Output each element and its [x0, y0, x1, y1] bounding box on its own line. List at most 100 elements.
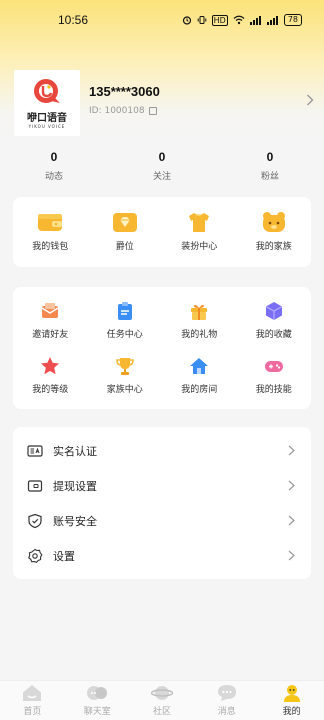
grid-label: 邀请好友	[32, 330, 69, 340]
settings-menu-card: 实名认证 提现设置 账号安全 设置	[13, 427, 311, 579]
user-name: 135****3060	[89, 84, 160, 99]
app-logo-icon	[34, 79, 60, 103]
user-id: ID: 1000108	[89, 106, 145, 116]
trophy-icon	[115, 358, 134, 375]
grid-item-favorites[interactable]: 我的收藏	[237, 301, 312, 340]
gear-icon	[28, 548, 43, 563]
bear-icon	[262, 212, 285, 232]
stat-value: 0	[266, 150, 274, 164]
tab-chat-room[interactable]: 聊天室	[65, 681, 130, 720]
grid-label: 爵位	[115, 242, 134, 252]
home-icon	[23, 685, 42, 701]
signal-icon	[266, 16, 278, 25]
grid-item-dressup[interactable]: 装扮中心	[162, 211, 237, 252]
diamond-icon	[112, 213, 137, 232]
stat-following[interactable]: 0 关注	[108, 150, 216, 186]
shield-icon	[28, 513, 42, 528]
grid-label: 我的房间	[181, 385, 218, 395]
tab-mine[interactable]: 我的	[259, 681, 324, 720]
grid-label: 任务中心	[106, 330, 143, 340]
grid-item-rooms[interactable]: 我的房间	[162, 356, 237, 395]
tab-messages[interactable]: 消息	[194, 681, 259, 720]
wallet-section-card: 我的钱包 爵位 装扮中心 我的家族	[13, 197, 311, 267]
wallet-icon	[38, 214, 63, 231]
grid-item-family[interactable]: 我的家族	[237, 211, 312, 252]
battery-icon: 78	[283, 14, 302, 26]
grid-label: 家族中心	[106, 385, 143, 395]
menu-label: 实名认证	[53, 444, 97, 458]
alarm-icon	[182, 16, 191, 25]
grid-label: 我的等级	[32, 385, 69, 395]
bottom-tab-bar: 首页 聊天室 社区 消息 我的	[0, 680, 324, 720]
hd-icon: HD	[211, 14, 228, 26]
grid-item-skills[interactable]: 我的技能	[237, 356, 312, 395]
tab-label: 社区	[152, 707, 171, 717]
vibrate-icon	[197, 16, 206, 24]
stat-fans[interactable]: 0 粉丝	[216, 150, 324, 186]
grid-label: 我的收藏	[255, 330, 292, 340]
grid-item-gifts[interactable]: 我的礼物	[162, 301, 237, 340]
chat-room-icon	[87, 686, 108, 700]
tab-label: 首页	[23, 707, 42, 717]
grid-label: 我的家族	[255, 242, 292, 252]
stats-row: 0 动态 0 关注 0 粉丝	[0, 150, 324, 186]
menu-label: 设置	[53, 549, 75, 563]
menu-label: 提现设置	[53, 479, 97, 493]
copy-icon[interactable]	[148, 107, 157, 115]
chevron-right-icon	[288, 515, 295, 526]
cube-icon	[265, 302, 283, 320]
status-bar: 10:56 HD 78	[0, 0, 324, 40]
stat-value: 0	[50, 150, 58, 164]
grid-item-title[interactable]: 爵位	[88, 211, 163, 252]
stat-label: 动态	[44, 172, 63, 182]
grid-label: 装扮中心	[181, 242, 218, 252]
chevron-right-icon[interactable]	[306, 94, 314, 106]
clipboard-icon	[117, 302, 132, 320]
stat-value: 0	[158, 150, 166, 164]
menu-item-withdraw[interactable]: 提现设置	[13, 468, 311, 503]
id-card-icon	[27, 444, 43, 457]
stat-label: 关注	[152, 172, 171, 182]
features-section-card: 邀请好友 任务中心 我的礼物 我的收藏 我的等级 家族中心 我的房间 我的技能	[13, 287, 311, 409]
tab-label: 消息	[217, 707, 236, 717]
stat-posts[interactable]: 0 动态	[0, 150, 108, 186]
grid-item-level[interactable]: 我的等级	[13, 356, 88, 395]
grid-item-wallet[interactable]: 我的钱包	[13, 211, 88, 252]
menu-label: 账号安全	[53, 514, 97, 528]
status-time: 10:56	[58, 13, 89, 27]
envelope-icon	[41, 303, 59, 318]
tab-community[interactable]: 社区	[130, 681, 195, 720]
avatar-logo-subtext: YIKOU VOICE	[28, 124, 66, 129]
signal-icon	[249, 16, 261, 25]
chevron-right-icon	[288, 480, 295, 491]
tab-label: 聊天室	[83, 707, 111, 717]
tab-home[interactable]: 首页	[0, 681, 65, 720]
wallet-outline-icon	[27, 479, 43, 492]
status-icons: HD 78	[182, 14, 302, 26]
profile-header[interactable]: 咿口语音 YIKOU VOICE 135****3060 ID: 1000108	[14, 70, 314, 136]
user-icon	[283, 685, 300, 702]
stat-label: 粉丝	[260, 172, 279, 182]
user-id-row: ID: 1000108	[89, 106, 157, 116]
chevron-right-icon	[288, 550, 295, 561]
tab-label: 我的	[282, 707, 301, 717]
grid-label: 我的技能	[255, 385, 292, 395]
grid-label: 我的礼物	[181, 330, 218, 340]
planet-icon	[150, 686, 173, 700]
menu-item-verification[interactable]: 实名认证	[13, 433, 311, 468]
grid-item-invite[interactable]: 邀请好友	[13, 301, 88, 340]
grid-item-family-center[interactable]: 家族中心	[88, 356, 163, 395]
chevron-right-icon	[288, 445, 295, 456]
grid-item-tasks[interactable]: 任务中心	[88, 301, 163, 340]
avatar-logo-text: 咿口语音	[27, 113, 67, 124]
wifi-icon	[233, 15, 245, 25]
menu-item-account-security[interactable]: 账号安全	[13, 503, 311, 538]
star-icon	[41, 357, 60, 375]
avatar[interactable]: 咿口语音 YIKOU VOICE	[14, 70, 80, 136]
gift-icon	[191, 304, 208, 320]
menu-item-settings[interactable]: 设置	[13, 538, 311, 573]
tshirt-icon	[189, 213, 210, 232]
grid-label: 我的钱包	[32, 242, 69, 252]
house-icon	[190, 358, 209, 374]
gamepad-icon	[264, 361, 283, 372]
